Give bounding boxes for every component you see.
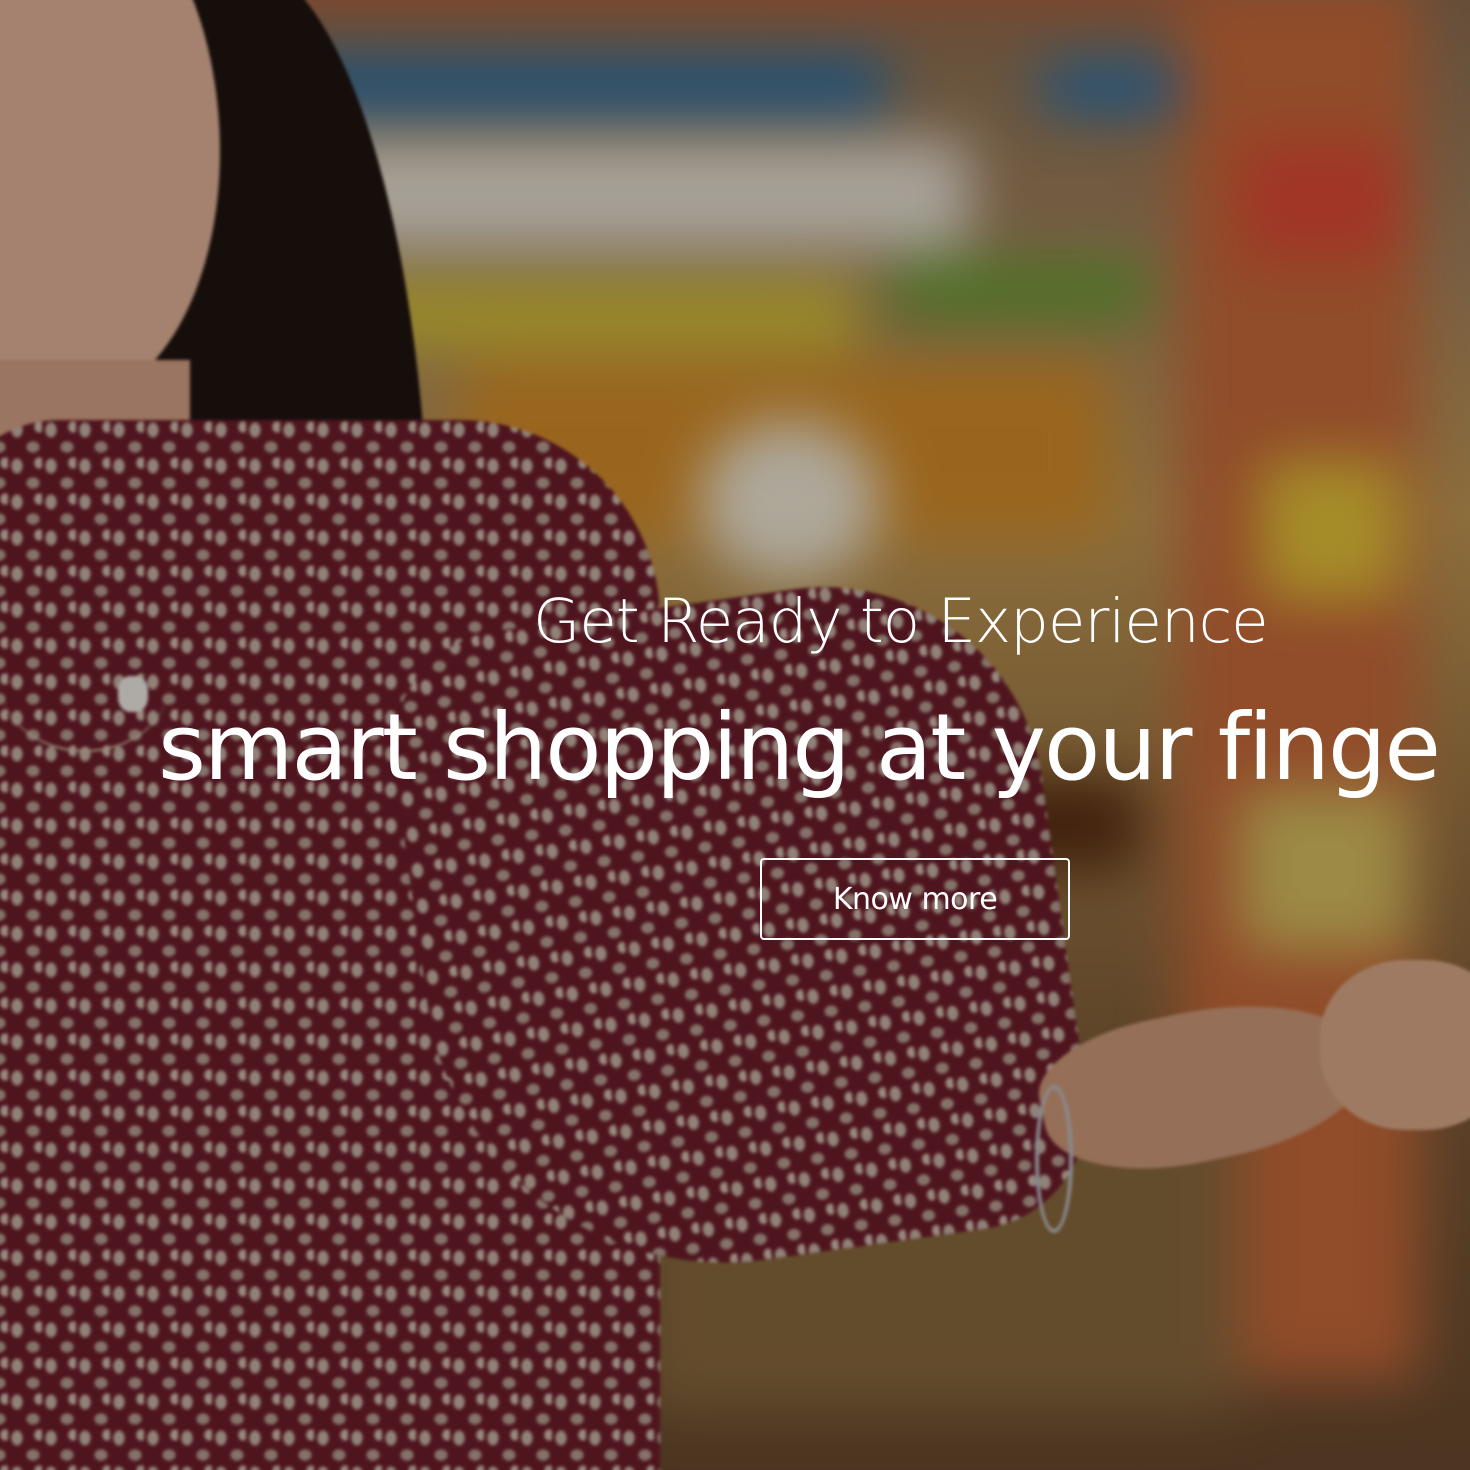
hero-banner: Get Ready to Experience smart shopping a…: [0, 0, 1470, 1470]
know-more-button[interactable]: Know more: [760, 858, 1070, 940]
hero-headline: smart shopping at your finge: [158, 694, 1441, 801]
hero-subtitle: Get Ready to Experience: [533, 586, 1269, 657]
